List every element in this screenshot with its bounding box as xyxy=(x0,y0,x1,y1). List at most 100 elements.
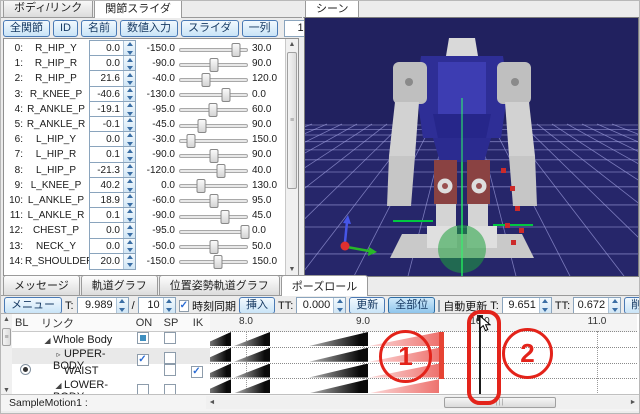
time-stepper[interactable]: 9.989 xyxy=(77,297,129,314)
joint-toolbar-button-2[interactable]: 名前 xyxy=(81,20,117,37)
joint-slider[interactable] xyxy=(177,42,250,56)
scroll-up-icon[interactable]: ▲ xyxy=(286,39,298,50)
slider-handle[interactable] xyxy=(201,73,210,87)
all-parts-button[interactable]: 全部位 xyxy=(388,297,435,314)
tree-row-lower-body[interactable]: ◢LOWER-BODY xyxy=(12,379,210,395)
time-value[interactable]: 9.989 xyxy=(78,298,116,313)
joint-slider[interactable] xyxy=(177,209,250,223)
keyframe-transition-dark[interactable] xyxy=(210,332,231,346)
slider-handle[interactable] xyxy=(213,255,222,269)
joint-value[interactable]: 0.1 xyxy=(90,147,123,162)
slider-track[interactable] xyxy=(179,230,248,234)
slider-track[interactable] xyxy=(179,154,248,158)
joint-toolbar-button-0[interactable]: 全関節 xyxy=(3,20,50,37)
keyframe-transition-dark[interactable] xyxy=(234,364,270,378)
time2-value[interactable]: 9.651 xyxy=(503,298,539,313)
joint-list-scrollbar[interactable]: ▲ ≡ ▼ xyxy=(285,39,298,275)
scroll-down-icon[interactable]: ▼ xyxy=(286,264,298,275)
slider-track[interactable] xyxy=(179,124,248,128)
slider-handle[interactable] xyxy=(217,164,226,178)
slider-handle[interactable] xyxy=(220,210,229,224)
slider-handle[interactable] xyxy=(210,194,219,208)
tt2-value[interactable]: 0.672 xyxy=(574,298,608,313)
keyframe-transition-dark[interactable] xyxy=(210,379,231,393)
slider-handle[interactable] xyxy=(209,149,218,163)
pose-panel-tab-0[interactable]: メッセージ xyxy=(3,275,80,295)
scrollbar-thumb[interactable]: ≡ xyxy=(287,52,297,189)
slider-handle[interactable] xyxy=(196,179,205,193)
joint-slider[interactable] xyxy=(177,133,250,147)
joint-slider[interactable] xyxy=(177,57,250,71)
joint-slider[interactable] xyxy=(177,87,250,101)
joint-value[interactable]: -19.1 xyxy=(90,102,123,117)
keyframe-transition-dark[interactable] xyxy=(210,364,231,378)
joint-slider[interactable] xyxy=(177,193,250,207)
keyframe-transition-dark[interactable] xyxy=(309,379,368,393)
scroll-right-icon[interactable]: ► xyxy=(627,396,639,409)
spinner-arrows-icon[interactable] xyxy=(123,254,135,269)
tt-stepper[interactable]: 0.000 xyxy=(296,297,346,314)
joint-slider[interactable] xyxy=(177,178,250,192)
joint-value[interactable]: 0.0 xyxy=(90,132,123,147)
keyframe-transition-dark[interactable] xyxy=(234,348,270,362)
joint-panel-tab-1[interactable]: 関節スライダ xyxy=(94,0,182,18)
slider-handle[interactable] xyxy=(208,103,217,117)
joint-panel-tab-0[interactable]: ボディ/リンク xyxy=(3,0,93,17)
spinner-arrows-icon[interactable] xyxy=(608,298,620,313)
joint-value[interactable]: 0.1 xyxy=(90,208,123,223)
joint-slider[interactable] xyxy=(177,254,250,268)
joint-toolbar-button-4[interactable]: スライダ xyxy=(181,20,239,37)
joint-value[interactable]: -21.3 xyxy=(90,163,123,178)
joint-value[interactable]: 0.0 xyxy=(90,41,123,56)
joint-value-stepper[interactable]: 20.0 xyxy=(89,253,136,270)
joint-slider[interactable] xyxy=(177,163,250,177)
tt-value[interactable]: 0.000 xyxy=(297,298,333,313)
joint-value[interactable]: -40.6 xyxy=(90,87,123,102)
joint-value[interactable]: 20.0 xyxy=(90,254,123,269)
slider-track[interactable] xyxy=(179,245,248,249)
slider-handle[interactable] xyxy=(231,43,240,57)
timeline-ruler[interactable]: 8.09.010.011.0 xyxy=(210,314,637,332)
tree-row-waist[interactable]: WAIST xyxy=(12,364,210,380)
slider-handle[interactable] xyxy=(209,240,218,254)
spinner-arrows-icon[interactable] xyxy=(116,298,128,313)
time-max-value[interactable]: 10 xyxy=(139,298,163,313)
spinner-arrows-icon[interactable] xyxy=(333,298,345,313)
joint-value[interactable]: -0.1 xyxy=(90,117,123,132)
sp-checkbox[interactable] xyxy=(164,332,176,344)
sp-checkbox[interactable] xyxy=(164,364,176,376)
slider-handle[interactable] xyxy=(209,58,218,72)
keyframe-transition-dark[interactable] xyxy=(309,332,368,346)
expander-closed-icon[interactable]: ▹ xyxy=(53,350,64,359)
slider-handle[interactable] xyxy=(222,88,231,102)
time2-stepper[interactable]: 9.651 xyxy=(502,297,552,314)
slider-track[interactable] xyxy=(179,169,248,173)
pose-panel-tab-1[interactable]: 軌道グラフ xyxy=(81,275,158,295)
keyframe-transition-dark[interactable] xyxy=(210,348,231,362)
scroll-up-icon[interactable]: ▲ xyxy=(1,314,12,324)
spinner-arrows-icon[interactable] xyxy=(163,298,175,313)
slider-track[interactable] xyxy=(179,63,248,67)
scroll-left-icon[interactable]: ◄ xyxy=(206,396,218,409)
pose-panel-tab-3[interactable]: ポーズロール xyxy=(281,275,368,296)
joint-value[interactable]: 0.0 xyxy=(90,239,123,254)
scene-panel-tab-0[interactable]: シーン xyxy=(305,0,359,18)
joint-slider[interactable] xyxy=(177,148,250,162)
scene-3d-viewport[interactable] xyxy=(304,17,639,277)
slider-track[interactable] xyxy=(179,260,248,264)
joint-slider[interactable] xyxy=(177,239,250,253)
delete-button[interactable]: 削除 xyxy=(624,297,640,314)
auto-update-checkbox[interactable] xyxy=(438,300,440,312)
scrollbar-thumb[interactable]: ≡ xyxy=(2,328,11,346)
joint-toolbar-button-5[interactable]: 一列 xyxy=(242,20,278,37)
slider-track[interactable] xyxy=(179,48,248,52)
joint-value[interactable]: 40.2 xyxy=(90,178,123,193)
slider-track[interactable] xyxy=(179,184,248,188)
joint-slider[interactable] xyxy=(177,224,250,238)
tt2-stepper[interactable]: 0.672 xyxy=(573,297,621,314)
keyframe-transition-dark[interactable] xyxy=(309,364,368,378)
ik-checkbox[interactable] xyxy=(191,366,203,378)
bl-radio[interactable] xyxy=(20,364,31,375)
joint-value[interactable]: 0.0 xyxy=(90,56,123,71)
time-max-stepper[interactable]: 10 xyxy=(138,297,176,314)
